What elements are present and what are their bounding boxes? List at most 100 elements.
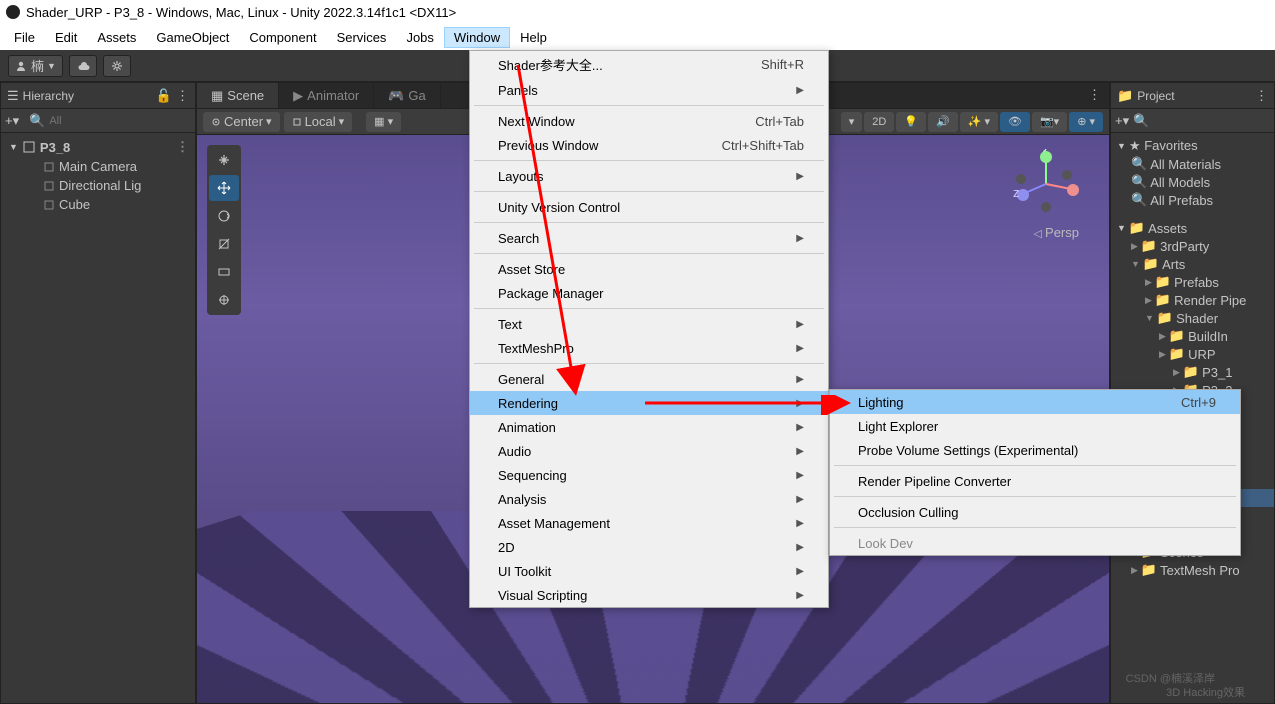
submenu-item[interactable]: Occlusion Culling [830, 500, 1240, 524]
add-button[interactable]: +▾ [5, 113, 19, 129]
tab-ga[interactable]: 🎮Ga [374, 83, 441, 108]
rotate-tool[interactable] [209, 203, 239, 229]
project-item[interactable]: ▶📁3rdParty [1111, 237, 1274, 255]
scale-tool[interactable] [209, 231, 239, 257]
hierarchy-item[interactable]: Cube [1, 195, 195, 214]
menu-item[interactable]: Package Manager [470, 281, 828, 305]
tabs-menu-icon[interactable]: ⋮ [1080, 83, 1109, 108]
animator-icon: ▶ [293, 88, 303, 104]
hidden-toggle[interactable]: 👁 [1000, 112, 1030, 132]
project-item[interactable]: ▼📁Assets [1111, 219, 1274, 237]
fx-toggle[interactable]: ✨ ▾ [960, 112, 998, 132]
search-icon[interactable]: 🔍 [1133, 113, 1149, 129]
menu-item[interactable]: Asset Management▶ [470, 511, 828, 535]
project-item[interactable]: ▶📁BuildIn [1111, 327, 1274, 345]
rect-tool[interactable] [209, 259, 239, 285]
menu-item[interactable]: Next WindowCtrl+Tab [470, 109, 828, 133]
menu-edit[interactable]: Edit [45, 27, 87, 48]
project-item[interactable]: 🔍All Prefabs [1111, 191, 1274, 209]
gameobject-icon [43, 161, 55, 173]
menu-item[interactable]: UI Toolkit▶ [470, 559, 828, 583]
camera-button[interactable]: 📷▾ [1032, 112, 1067, 132]
folder-icon: 📁 [1169, 328, 1185, 344]
menu-item[interactable]: Rendering▶ [470, 391, 828, 415]
audio-toggle[interactable]: 🔊 [928, 112, 958, 132]
game-icon: 🎮 [388, 88, 404, 104]
menu-item[interactable]: TextMeshPro▶ [470, 336, 828, 360]
menu-item[interactable]: Audio▶ [470, 439, 828, 463]
project-item[interactable]: ▶📁TextMesh Pro [1111, 561, 1274, 579]
menu-item[interactable]: Animation▶ [470, 415, 828, 439]
menu-file[interactable]: File [4, 27, 45, 48]
settings-button[interactable] [103, 55, 131, 77]
menu-item[interactable]: Previous WindowCtrl+Shift+Tab [470, 133, 828, 157]
menu-item[interactable]: General▶ [470, 367, 828, 391]
tab-animator[interactable]: ▶Animator [279, 83, 374, 108]
folder-icon: 📁 [1157, 310, 1173, 326]
search-icon: 🔍 [1131, 174, 1147, 190]
menu-item[interactable]: 2D▶ [470, 535, 828, 559]
folder-icon: 📁 [1143, 256, 1159, 272]
grid-toggle[interactable]: ▦ ▾ [366, 112, 401, 132]
lighting-toggle[interactable]: 💡 [896, 112, 926, 132]
project-item[interactable]: 🔍All Models [1111, 173, 1274, 191]
scene-menu-icon[interactable]: ⋮ [176, 139, 189, 155]
project-item[interactable]: ▼★ Favorites [1111, 137, 1274, 155]
gizmos-button[interactable]: ⊕ ▾ [1069, 112, 1103, 132]
coord-mode-button[interactable]: Local ▾ [284, 112, 353, 132]
menu-item[interactable]: Shader参考大全...Shift+R [470, 51, 828, 78]
hierarchy-search[interactable] [49, 115, 149, 127]
menu-window[interactable]: Window [444, 27, 510, 48]
project-item[interactable]: 🔍All Materials [1111, 155, 1274, 173]
move-tool[interactable] [209, 175, 239, 201]
menu-services[interactable]: Services [327, 27, 397, 48]
menu-help[interactable]: Help [510, 27, 557, 48]
search-icon[interactable]: 🔍 [29, 113, 45, 129]
menu-item[interactable]: Asset Store [470, 257, 828, 281]
account-button[interactable]: 楠 ▼ [8, 55, 63, 77]
folder-icon: 📁 [1117, 88, 1133, 104]
menu-item[interactable]: Unity Version Control [470, 195, 828, 219]
menu-item[interactable]: Sequencing▶ [470, 463, 828, 487]
menu-assets[interactable]: Assets [87, 27, 146, 48]
menu-item[interactable]: Text▶ [470, 312, 828, 336]
submenu-item[interactable]: Probe Volume Settings (Experimental) [830, 438, 1240, 462]
project-menu-icon[interactable]: ⋮ [1255, 88, 1268, 104]
orientation-gizmo[interactable]: y x z [1011, 149, 1081, 219]
scene-icon: ▦ [211, 88, 223, 104]
menu-item[interactable]: Panels▶ [470, 78, 828, 102]
submenu-item[interactable]: Render Pipeline Converter [830, 469, 1240, 493]
menu-item[interactable]: Visual Scripting▶ [470, 583, 828, 607]
submenu-item[interactable]: Light Explorer [830, 414, 1240, 438]
view-tool[interactable] [209, 147, 239, 173]
project-item[interactable]: ▶📁P3_1 [1111, 363, 1274, 381]
scene-root[interactable]: ▼ P3_8 ⋮ [1, 137, 195, 157]
project-item[interactable]: ▶📁Prefabs [1111, 273, 1274, 291]
project-item[interactable]: ▶📁URP [1111, 345, 1274, 363]
hierarchy-lock-icon[interactable]: 🔓 [156, 88, 172, 104]
menu-component[interactable]: Component [239, 27, 326, 48]
hierarchy-icon: ☰ [7, 88, 19, 104]
window-title: Shader_URP - P3_8 - Windows, Mac, Linux … [26, 5, 456, 20]
menu-item[interactable]: Layouts▶ [470, 164, 828, 188]
hierarchy-item[interactable]: Directional Lig [1, 176, 195, 195]
menu-gameobject[interactable]: GameObject [146, 27, 239, 48]
menu-jobs[interactable]: Jobs [396, 27, 443, 48]
transform-tool[interactable] [209, 287, 239, 313]
2d-toggle[interactable]: 2D [864, 112, 894, 132]
pivot-mode-button[interactable]: Center ▾ [203, 112, 280, 132]
folder-icon: 📁 [1141, 238, 1157, 254]
project-item[interactable]: ▼📁Arts [1111, 255, 1274, 273]
menu-item[interactable]: Search▶ [470, 226, 828, 250]
project-item[interactable]: ▼📁Shader [1111, 309, 1274, 327]
menu-item[interactable]: Analysis▶ [470, 487, 828, 511]
draw-mode-button[interactable]: ▾ [841, 112, 863, 132]
project-item[interactable]: ▶📁Render Pipe [1111, 291, 1274, 309]
tab-scene[interactable]: ▦Scene [197, 83, 279, 108]
hierarchy-menu-icon[interactable]: ⋮ [176, 88, 189, 104]
hierarchy-item[interactable]: Main Camera [1, 157, 195, 176]
cloud-button[interactable] [69, 55, 97, 77]
submenu-item[interactable]: LightingCtrl+9 [830, 390, 1240, 414]
persp-label[interactable]: ◁ Persp [1034, 225, 1079, 240]
add-button[interactable]: +▾ [1115, 113, 1129, 129]
